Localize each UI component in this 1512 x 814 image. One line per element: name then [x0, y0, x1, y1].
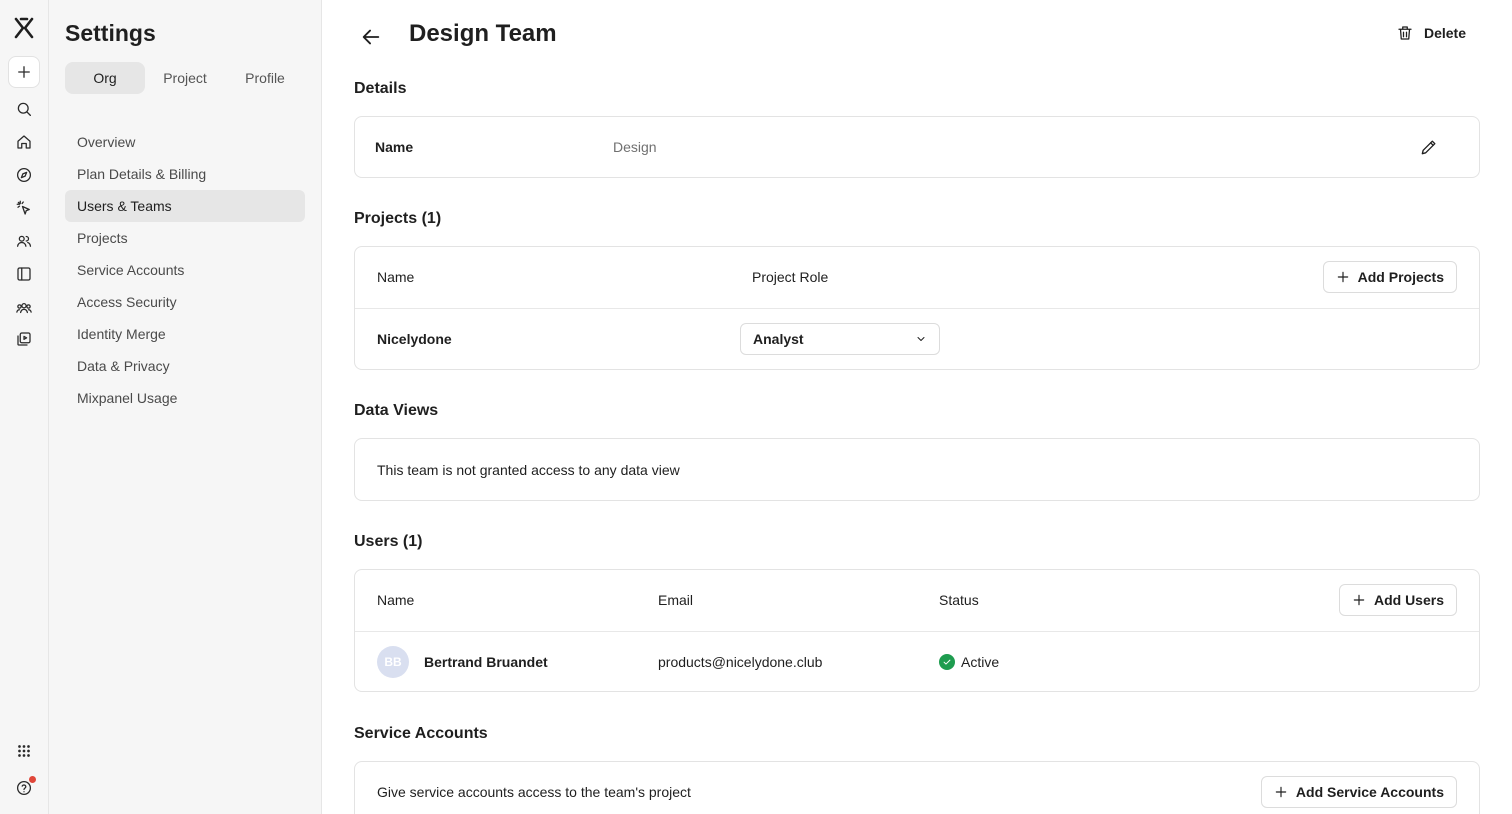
- edit-pencil-icon[interactable]: [1419, 137, 1441, 159]
- service-accounts-heading: Service Accounts: [354, 725, 488, 742]
- user-email: products@nicelydone.club: [658, 654, 823, 670]
- sidebar-item-projects[interactable]: Projects: [65, 222, 305, 254]
- users-heading: Users (1): [354, 533, 423, 550]
- plus-icon: [1337, 271, 1348, 283]
- data-views-empty-text: This team is not granted access to any d…: [377, 462, 680, 478]
- users-icon[interactable]: [8, 225, 40, 257]
- add-projects-button[interactable]: Add Projects: [1322, 261, 1457, 293]
- add-service-accounts-label: Add Service Accounts: [1295, 784, 1444, 800]
- sidebar-item-overview[interactable]: Overview: [65, 126, 305, 158]
- group-icon[interactable]: [8, 292, 40, 324]
- details-card: Name Design: [354, 116, 1480, 178]
- plus-icon: [1275, 786, 1287, 798]
- settings-sidebar: Settings Org Project Profile Overview Pl…: [49, 0, 322, 814]
- help-icon[interactable]: [8, 772, 40, 804]
- play-library-icon[interactable]: [8, 323, 40, 355]
- add-users-label: Add Users: [1373, 592, 1444, 608]
- data-views-heading: Data Views: [354, 402, 439, 419]
- add-users-button[interactable]: Add Users: [1338, 584, 1457, 616]
- mixpanel-logo-icon[interactable]: [8, 12, 40, 44]
- avatar: BB: [377, 646, 409, 678]
- sidebar-item-data-privacy[interactable]: Data & Privacy: [65, 350, 305, 382]
- projects-heading: Projects (1): [354, 210, 442, 227]
- details-name-value: Design: [613, 139, 657, 155]
- tab-profile[interactable]: Profile: [225, 62, 305, 94]
- back-arrow-icon[interactable]: [356, 22, 386, 52]
- plus-icon: [1353, 594, 1365, 606]
- settings-scope-tabs: Org Project Profile: [65, 62, 305, 94]
- trash-icon: [1398, 26, 1412, 40]
- data-views-card: This team is not granted access to any d…: [354, 438, 1480, 501]
- project-name: Nicelydone: [377, 331, 452, 347]
- details-name-label: Name: [375, 139, 414, 155]
- search-icon[interactable]: [8, 93, 40, 125]
- delete-button[interactable]: Delete: [1396, 24, 1466, 42]
- add-service-accounts-button[interactable]: Add Service Accounts: [1260, 776, 1457, 808]
- chevron-down-icon: [917, 337, 925, 341]
- notification-dot: [29, 776, 36, 783]
- sidebar-item-identity-merge[interactable]: Identity Merge: [65, 318, 305, 350]
- main-content: Design Team Delete Details Name Design P…: [322, 0, 1512, 814]
- sidebar-item-mixpanel-usage[interactable]: Mixpanel Usage: [65, 382, 305, 414]
- sidebar-item-access-security[interactable]: Access Security: [65, 286, 305, 318]
- service-accounts-card: Give service accounts access to the team…: [354, 761, 1480, 814]
- project-role-select[interactable]: Analyst: [740, 323, 940, 355]
- project-role-value: Analyst: [753, 331, 804, 347]
- compass-icon[interactable]: [8, 159, 40, 191]
- settings-menu: Overview Plan Details & Billing Users & …: [65, 126, 305, 414]
- projects-card: Name Project Role Add Projects Nicelydon…: [354, 246, 1480, 370]
- sidebar-item-service-accounts[interactable]: Service Accounts: [65, 254, 305, 286]
- status-badge: Active: [939, 654, 999, 670]
- projects-col-role: Project Role: [752, 269, 829, 285]
- user-status: Active: [961, 654, 1000, 670]
- sidebar-item-plan-billing[interactable]: Plan Details & Billing: [65, 158, 305, 190]
- tab-org[interactable]: Org: [65, 62, 145, 94]
- page-title: Design Team: [409, 20, 557, 47]
- user-name: Bertrand Bruandet: [424, 654, 548, 670]
- users-col-name: Name: [377, 592, 415, 608]
- users-header-row: Name Email Status Add Users: [355, 570, 1479, 631]
- check-circle-icon: [939, 654, 955, 670]
- sidebar-title: Settings: [65, 20, 156, 46]
- add-projects-label: Add Projects: [1357, 269, 1444, 285]
- cursor-click-icon[interactable]: [8, 192, 40, 224]
- icon-rail: [0, 0, 49, 814]
- service-accounts-text: Give service accounts access to the team…: [377, 784, 691, 800]
- delete-label: Delete: [1423, 25, 1466, 41]
- projects-col-name: Name: [377, 269, 415, 285]
- home-icon[interactable]: [8, 126, 40, 158]
- table-row: Nicelydone Analyst: [355, 308, 1479, 369]
- projects-header-row: Name Project Role Add Projects: [355, 247, 1479, 308]
- users-card: Name Email Status Add Users BB Bertrand …: [354, 569, 1480, 692]
- users-col-status: Status: [939, 592, 979, 608]
- plus-icon[interactable]: [8, 56, 40, 88]
- details-heading: Details: [354, 80, 407, 97]
- table-row: BB Bertrand Bruandet products@nicelydone…: [355, 631, 1479, 692]
- apps-grid-icon[interactable]: [8, 735, 40, 767]
- users-col-email: Email: [658, 592, 694, 608]
- sidebar-panel-icon[interactable]: [8, 258, 40, 290]
- sidebar-item-users-teams[interactable]: Users & Teams: [65, 190, 305, 222]
- tab-project[interactable]: Project: [145, 62, 225, 94]
